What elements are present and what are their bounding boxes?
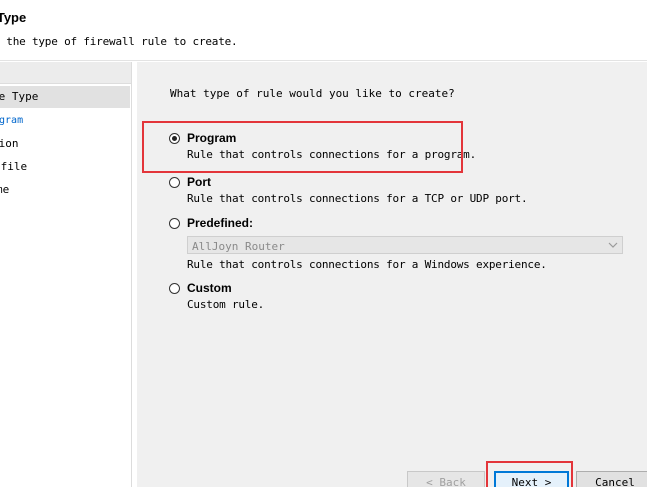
page-description: ct the type of firewall rule to create.: [0, 35, 238, 48]
predefined-select-value: AllJoyn Router: [192, 240, 285, 253]
chevron-down-icon: [608, 242, 618, 248]
option-description: Rule that controls connections for a Win…: [187, 258, 547, 271]
radio-predefined[interactable]: [169, 218, 180, 229]
radio-custom[interactable]: [169, 283, 180, 294]
highlight-next-button: [486, 461, 573, 487]
new-inbound-rule-wizard: e Type ct the type of firewall rule to c…: [0, 0, 647, 487]
option-description: Custom rule.: [187, 298, 265, 311]
predefined-select[interactable]: AllJoyn Router: [187, 236, 623, 254]
back-button[interactable]: < Back: [407, 471, 485, 487]
step-action[interactable]: tion: [0, 133, 130, 155]
steps-heading-bar: [0, 62, 131, 84]
step-name[interactable]: me: [0, 179, 130, 201]
highlight-program-option: [142, 121, 463, 173]
radio-port[interactable]: [169, 177, 180, 188]
header-divider: [0, 60, 647, 61]
step-program[interactable]: ogram: [0, 111, 130, 133]
step-label: me: [0, 183, 10, 196]
step-label: tion: [0, 137, 19, 150]
step-label: le Type: [0, 90, 39, 103]
option-label[interactable]: Port: [187, 175, 211, 189]
page-title: e Type: [0, 10, 27, 25]
option-description: Rule that controls connections for a TCP…: [187, 192, 528, 205]
cancel-button[interactable]: Cancel: [576, 471, 647, 487]
step-rule-type[interactable]: le Type: [0, 86, 130, 108]
step-label: ofile: [0, 160, 28, 173]
option-label[interactable]: Predefined:: [187, 216, 253, 230]
option-label[interactable]: Custom: [187, 281, 232, 295]
steps-panel: s: le Type ogram tion ofile me: [0, 62, 132, 487]
step-label: ogram: [0, 115, 24, 126]
rule-type-question: What type of rule would you like to crea…: [170, 87, 455, 100]
step-profile[interactable]: ofile: [0, 156, 130, 178]
